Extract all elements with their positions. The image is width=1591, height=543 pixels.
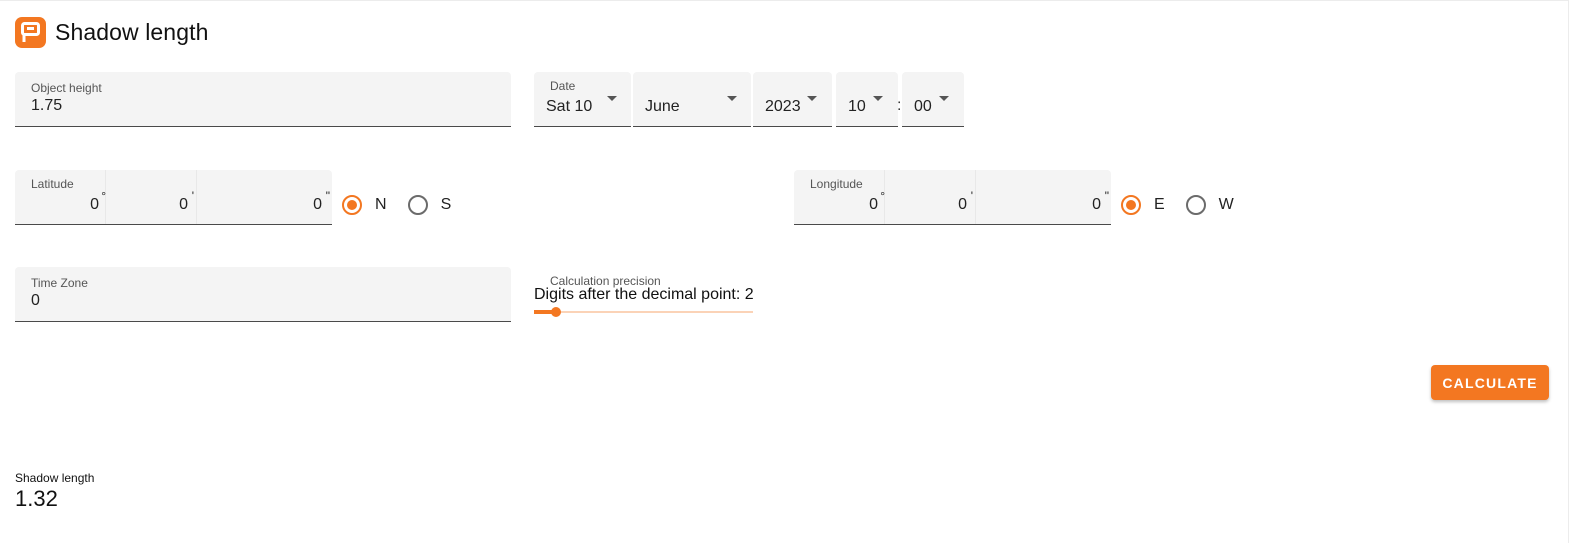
latitude-field[interactable]: Latitude 0 ° 0 ' 0 " (15, 170, 332, 225)
latitude-minutes-value: 0 (179, 196, 188, 213)
app-header: Shadow length (15, 17, 208, 48)
longitude-hemisphere-group: E W (1121, 195, 1255, 215)
minute-unit: ' (970, 189, 973, 203)
app-logo-icon (15, 17, 46, 48)
result-value: 1.32 (15, 486, 58, 511)
chevron-down-icon (807, 96, 817, 101)
day-value: Sat 10 (546, 98, 593, 115)
radio-north[interactable] (342, 195, 362, 215)
second-unit: " (325, 189, 330, 203)
second-unit: " (1104, 189, 1109, 203)
chevron-down-icon (727, 96, 737, 101)
radio-west[interactable] (1185, 195, 1206, 215)
longitude-degrees-value: 0 (869, 196, 878, 213)
longitude-seconds-input[interactable]: 0 " (976, 170, 1111, 224)
time-zone-value[interactable]: 0 (31, 292, 40, 310)
result-label: Shadow length (15, 471, 95, 485)
latitude-minutes-input[interactable]: 0 ' (106, 170, 197, 224)
latitude-seconds-value: 0 (313, 196, 322, 213)
radio-east[interactable] (1121, 195, 1141, 215)
longitude-minutes-value: 0 (958, 196, 967, 213)
top-divider (0, 0, 1568, 1)
object-height-field[interactable]: Object height 1.75 (15, 72, 511, 127)
month-value: June (645, 98, 680, 115)
radio-south-label: S (440, 196, 452, 213)
longitude-field[interactable]: Longitude 0 ° 0 ' 0 " (794, 170, 1111, 225)
longitude-seconds-value: 0 (1092, 196, 1101, 213)
latitude-seconds-input[interactable]: 0 " (197, 170, 332, 224)
page-title: Shadow length (55, 19, 209, 45)
year-select[interactable]: 2023 (753, 72, 832, 127)
right-divider (1568, 0, 1569, 543)
hour-value: 10 (848, 98, 866, 115)
precision-slider[interactable] (534, 305, 753, 319)
chevron-down-icon (607, 96, 617, 101)
date-label: Date (550, 79, 576, 93)
radio-east-label: E (1154, 196, 1165, 213)
slider-thumb[interactable] (551, 307, 561, 317)
radio-west-label: W (1218, 196, 1234, 213)
precision-text: Digits after the decimal point: 2 (534, 286, 754, 303)
radio-north-label: N (375, 196, 387, 213)
object-height-value[interactable]: 1.75 (31, 97, 62, 115)
slider-rail (534, 311, 753, 313)
day-select[interactable]: Sat 10 (534, 72, 631, 127)
calculate-button[interactable]: CALCULATE (1431, 365, 1549, 400)
chevron-down-icon (939, 96, 949, 101)
longitude-minutes-input[interactable]: 0 ' (885, 170, 976, 224)
minute-value: 00 (914, 98, 932, 115)
minute-select[interactable]: 00 (902, 72, 964, 127)
latitude-degrees-input[interactable]: 0 ° (15, 170, 106, 224)
longitude-degrees-input[interactable]: 0 ° (794, 170, 885, 224)
latitude-degrees-value: 0 (90, 196, 99, 213)
chevron-down-icon (873, 96, 883, 101)
time-zone-field[interactable]: Time Zone 0 (15, 267, 511, 322)
minute-unit: ' (191, 189, 194, 203)
radio-south[interactable] (407, 195, 428, 215)
hour-select[interactable]: 10 (836, 72, 898, 127)
latitude-hemisphere-group: N S (342, 195, 472, 215)
month-select[interactable]: June (633, 72, 751, 127)
time-separator: : (897, 97, 902, 114)
object-height-label: Object height (31, 81, 102, 95)
time-zone-label: Time Zone (31, 276, 88, 290)
year-value: 2023 (765, 98, 801, 115)
